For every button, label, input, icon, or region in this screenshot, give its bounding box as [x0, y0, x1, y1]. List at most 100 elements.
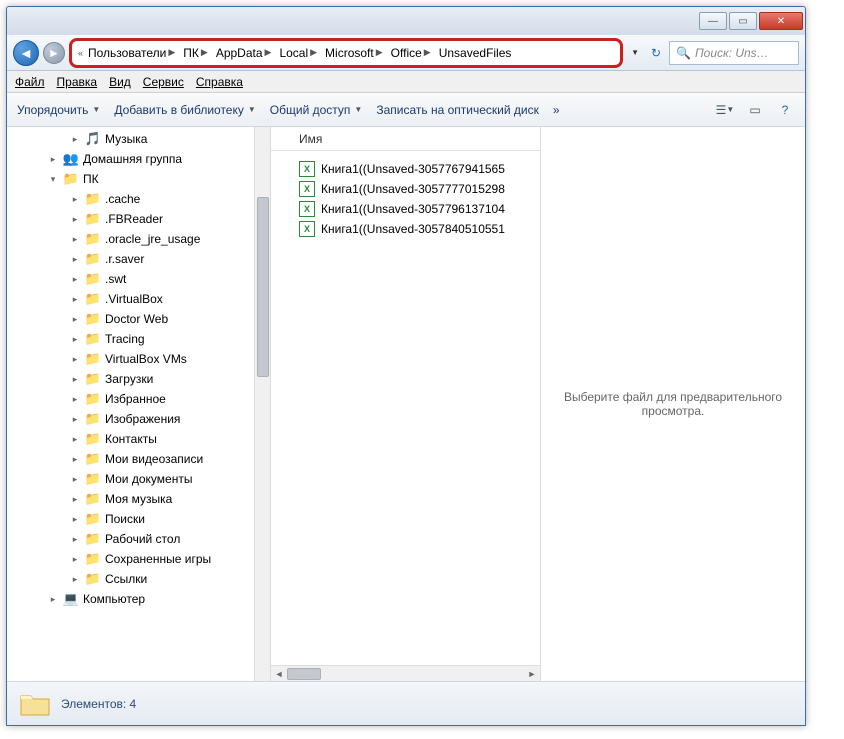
file-name: Книга1((Unsaved-3057796137104: [321, 202, 505, 216]
breadcrumb-unsavedfiles[interactable]: UnsavedFiles: [436, 45, 515, 61]
expander-icon[interactable]: ▸: [69, 254, 81, 265]
back-button[interactable]: ◄: [13, 40, 39, 66]
toolbar-overflow[interactable]: »: [553, 103, 560, 117]
expander-icon[interactable]: ▸: [47, 154, 59, 165]
scroll-right-icon[interactable]: ►: [524, 669, 540, 679]
expander-icon[interactable]: ▸: [69, 194, 81, 205]
file-row[interactable]: XКнига1((Unsaved-3057777015298: [279, 179, 532, 199]
menu-file[interactable]: Файл: [15, 75, 45, 89]
tree-item-label: Мои документы: [105, 472, 192, 486]
label: »: [553, 103, 560, 117]
tree-item[interactable]: ▸📁VirtualBox VMs: [7, 349, 270, 369]
address-dropdown[interactable]: ▼: [627, 48, 643, 57]
breadcrumb-overflow[interactable]: «: [78, 48, 83, 58]
expander-icon[interactable]: ▸: [69, 554, 81, 565]
navigation-tree: ▸🎵Музыка▸👥Домашняя группа▾📁ПК▸📁.cache▸📁.…: [7, 127, 271, 681]
expander-icon[interactable]: ▸: [69, 414, 81, 425]
expander-icon[interactable]: ▸: [69, 294, 81, 305]
tree-item[interactable]: ▸📁.cache: [7, 189, 270, 209]
tree-item[interactable]: ▸📁.r.saver: [7, 249, 270, 269]
breadcrumb-label: Local: [279, 46, 308, 60]
breadcrumb-local[interactable]: Local▶: [276, 45, 320, 61]
expander-icon[interactable]: ▸: [69, 374, 81, 385]
breadcrumb-office[interactable]: Office▶: [388, 45, 434, 61]
tree-item[interactable]: ▸📁Сохраненные игры: [7, 549, 270, 569]
file-list-hscrollbar[interactable]: ◄ ►: [271, 665, 540, 681]
file-row[interactable]: XКнига1((Unsaved-3057796137104: [279, 199, 532, 219]
menu-service[interactable]: Сервис: [143, 75, 184, 89]
forward-button[interactable]: ►: [43, 42, 65, 64]
menu-edit[interactable]: Правка: [57, 75, 98, 89]
expander-icon[interactable]: ▸: [69, 234, 81, 245]
expander-icon[interactable]: ▸: [69, 214, 81, 225]
help-button[interactable]: ?: [775, 100, 795, 120]
tree-item[interactable]: ▸📁Моя музыка: [7, 489, 270, 509]
tree-item[interactable]: ▸🎵Музыка: [7, 129, 270, 149]
file-row[interactable]: XКнига1((Unsaved-3057840510551: [279, 219, 532, 239]
tree-item[interactable]: ▸📁.swt: [7, 269, 270, 289]
expander-icon[interactable]: ▸: [69, 354, 81, 365]
tree-item[interactable]: ▸📁Контакты: [7, 429, 270, 449]
tree-item[interactable]: ▸📁.oracle_jre_usage: [7, 229, 270, 249]
expander-icon[interactable]: ▸: [69, 274, 81, 285]
close-button[interactable]: ✕: [759, 12, 803, 30]
tree-item[interactable]: ▸📁Изображения: [7, 409, 270, 429]
expander-icon[interactable]: ▸: [69, 574, 81, 585]
tree-item[interactable]: ▸📁Мои документы: [7, 469, 270, 489]
expander-icon[interactable]: ▸: [69, 314, 81, 325]
organize-button[interactable]: Упорядочить▼: [17, 103, 100, 117]
add-to-library-button[interactable]: Добавить в библиотеку▼: [114, 103, 255, 117]
share-button[interactable]: Общий доступ▼: [270, 103, 363, 117]
breadcrumb-pc[interactable]: ПК▶: [180, 45, 211, 61]
tree-item[interactable]: ▸📁Мои видеозаписи: [7, 449, 270, 469]
refresh-button[interactable]: ↻: [647, 46, 665, 60]
expander-icon[interactable]: ▸: [69, 514, 81, 525]
sidebar-scrollbar[interactable]: [254, 127, 270, 681]
tree-item[interactable]: ▸📁.VirtualBox: [7, 289, 270, 309]
expander-icon[interactable]: ▸: [69, 474, 81, 485]
chevron-down-icon: ▼: [248, 105, 256, 114]
tree-item[interactable]: ▸📁Рабочий стол: [7, 529, 270, 549]
file-row[interactable]: XКнига1((Unsaved-3057767941565: [279, 159, 532, 179]
expander-icon[interactable]: ▾: [47, 174, 59, 185]
minimize-button[interactable]: —: [699, 12, 727, 30]
expander-icon[interactable]: ▸: [47, 594, 59, 605]
search-input[interactable]: 🔍 Поиск: Uns…: [669, 41, 799, 65]
label: Записать на оптический диск: [376, 103, 539, 117]
tree-item[interactable]: ▸💻Компьютер: [7, 589, 270, 609]
tree-item[interactable]: ▸👥Домашняя группа: [7, 149, 270, 169]
expander-icon[interactable]: ▸: [69, 134, 81, 145]
tree-item[interactable]: ▸📁Поиски: [7, 509, 270, 529]
view-options-button[interactable]: ☰ ▼: [715, 100, 735, 120]
scroll-left-icon[interactable]: ◄: [271, 669, 287, 679]
tree-item-label: Мои видеозаписи: [105, 452, 203, 466]
expander-icon[interactable]: ▸: [69, 334, 81, 345]
tree-item[interactable]: ▾📁ПК: [7, 169, 270, 189]
burn-button[interactable]: Записать на оптический диск: [376, 103, 539, 117]
breadcrumb-microsoft[interactable]: Microsoft▶: [322, 45, 386, 61]
expander-icon[interactable]: ▸: [69, 534, 81, 545]
breadcrumb-users[interactable]: Пользователи▶: [85, 45, 178, 61]
tree-item[interactable]: ▸📁Избранное: [7, 389, 270, 409]
column-header-name[interactable]: Имя: [271, 127, 540, 151]
scrollbar-thumb[interactable]: [257, 197, 269, 377]
expander-icon[interactable]: ▸: [69, 434, 81, 445]
expander-icon[interactable]: ▸: [69, 394, 81, 405]
preview-pane-button[interactable]: ▭: [745, 100, 765, 120]
tree-item[interactable]: ▸📁Загрузки: [7, 369, 270, 389]
tree-item[interactable]: ▸📁.FBReader: [7, 209, 270, 229]
folder-icon: 📁: [85, 191, 101, 207]
expander-icon[interactable]: ▸: [69, 494, 81, 505]
chevron-right-icon: ▶: [265, 47, 272, 58]
hscroll-thumb[interactable]: [287, 668, 321, 680]
tree-item[interactable]: ▸📁Ссылки: [7, 569, 270, 589]
tree-item[interactable]: ▸📁Tracing: [7, 329, 270, 349]
chevron-right-icon: ▶: [424, 47, 431, 58]
address-bar[interactable]: « Пользователи▶ ПК▶ AppData▶ Local▶ Micr…: [78, 45, 614, 61]
expander-icon[interactable]: ▸: [69, 454, 81, 465]
tree-item[interactable]: ▸📁Doctor Web: [7, 309, 270, 329]
breadcrumb-appdata[interactable]: AppData▶: [213, 45, 275, 61]
menu-view[interactable]: Вид: [109, 75, 131, 89]
maximize-button[interactable]: ▭: [729, 12, 757, 30]
menu-help[interactable]: Справка: [196, 75, 243, 89]
